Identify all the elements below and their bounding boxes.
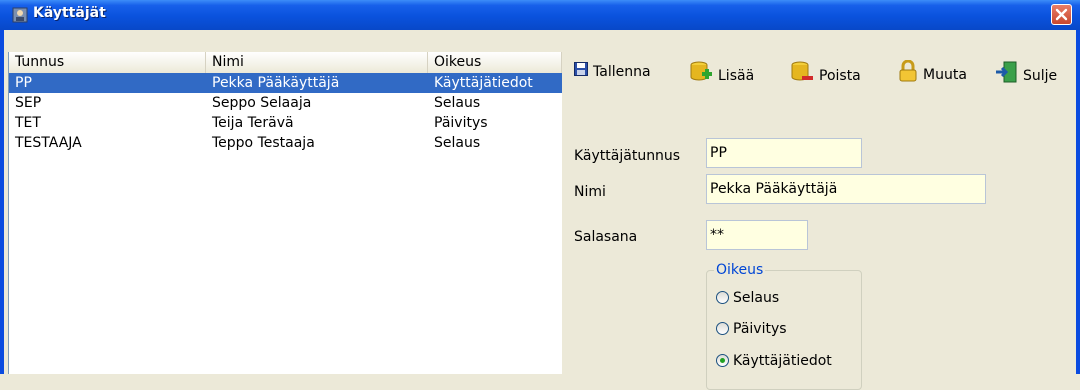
users-listview[interactable]: Tunnus Nimi Oikeus PP Pekka Pääkäyttäjä … — [8, 52, 562, 374]
password-label: Salasana — [574, 229, 638, 245]
window-title: Käyttäjät — [33, 5, 106, 21]
table-row[interactable]: PP Pekka Pääkäyttäjä Käyttäjätiedot — [9, 73, 562, 93]
name-field[interactable]: Pekka Pääkäyttäjä — [706, 174, 986, 204]
password-field[interactable]: ** — [706, 220, 808, 250]
cell-tunnus: TESTAAJA — [15, 135, 82, 151]
cell-nimi: Seppo Selaaja — [212, 95, 312, 111]
user-details-panel: Tallenna Lisää Poista Muuta Sulje Käyttä… — [566, 52, 1076, 390]
radio-selaus[interactable]: Selaus — [716, 288, 779, 308]
cell-tunnus: SEP — [15, 95, 42, 111]
column-header-oikeus[interactable]: Oikeus — [428, 52, 562, 73]
table-row[interactable]: SEP Seppo Selaaja Selaus — [9, 93, 562, 113]
radio-selaus-label: Selaus — [733, 290, 780, 306]
column-header-nimi[interactable]: Nimi — [206, 52, 428, 73]
cell-oikeus: Selaus — [434, 95, 481, 111]
radio-paivitys-label: Päivitys — [733, 321, 787, 337]
close-button[interactable] — [1051, 4, 1072, 25]
cell-oikeus: Selaus — [434, 135, 481, 151]
title-bar[interactable]: Käyttäjät — [0, 0, 1080, 30]
cell-tunnus: TET — [15, 115, 41, 131]
floppy-disk-icon — [574, 60, 588, 84]
column-header-tunnus[interactable]: Tunnus — [9, 52, 206, 73]
cell-nimi: Teija Terävä — [212, 115, 294, 131]
add-button[interactable]: Lisää — [689, 60, 754, 84]
edit-label: Muuta — [923, 67, 967, 83]
name-label: Nimi — [574, 184, 606, 200]
users-window: Käyttäjät Tunnus Nimi Oikeus PP Pekka Pä… — [0, 0, 1080, 390]
close-form-button[interactable]: Sulje — [994, 60, 1057, 84]
edit-button[interactable]: Muuta — [898, 59, 967, 84]
table-row[interactable]: TET Teija Terävä Päivitys — [9, 113, 562, 133]
lock-icon — [898, 59, 918, 90]
radio-paivitys[interactable]: Päivitys — [716, 319, 787, 339]
close-form-label: Sulje — [1023, 68, 1058, 84]
exit-door-icon — [994, 60, 1018, 92]
save-button[interactable]: Tallenna — [574, 60, 651, 84]
radio-kayttajatiedot[interactable]: Käyttäjätiedot — [716, 351, 832, 371]
username-field[interactable]: PP — [706, 138, 862, 168]
listview-header: Tunnus Nimi Oikeus — [9, 52, 562, 74]
delete-label: Poista — [819, 68, 861, 84]
window-client-area: Tunnus Nimi Oikeus PP Pekka Pääkäyttäjä … — [4, 30, 1076, 390]
cell-nimi: Pekka Pääkäyttäjä — [212, 75, 340, 91]
radio-button-icon — [716, 290, 729, 304]
username-label: Käyttäjätunnus — [574, 148, 681, 164]
radio-kayttajatiedot-label: Käyttäjätiedot — [733, 353, 832, 369]
table-row[interactable]: TESTAAJA Teppo Testaaja Selaus — [9, 133, 562, 153]
cell-nimi: Teppo Testaaja — [212, 135, 315, 151]
cell-oikeus: Päivitys — [434, 115, 488, 131]
add-label: Lisää — [718, 68, 755, 84]
close-icon — [1055, 8, 1068, 21]
radio-button-icon — [716, 321, 729, 335]
cell-tunnus: PP — [15, 75, 32, 91]
delete-database-icon — [790, 60, 814, 92]
add-database-icon — [689, 60, 713, 92]
radio-button-checked-icon — [716, 353, 729, 367]
save-label: Tallenna — [593, 64, 651, 80]
users-icon — [12, 7, 28, 23]
rights-group-label: Oikeus — [714, 262, 766, 278]
cell-oikeus: Käyttäjätiedot — [434, 75, 533, 91]
delete-button[interactable]: Poista — [790, 60, 861, 84]
